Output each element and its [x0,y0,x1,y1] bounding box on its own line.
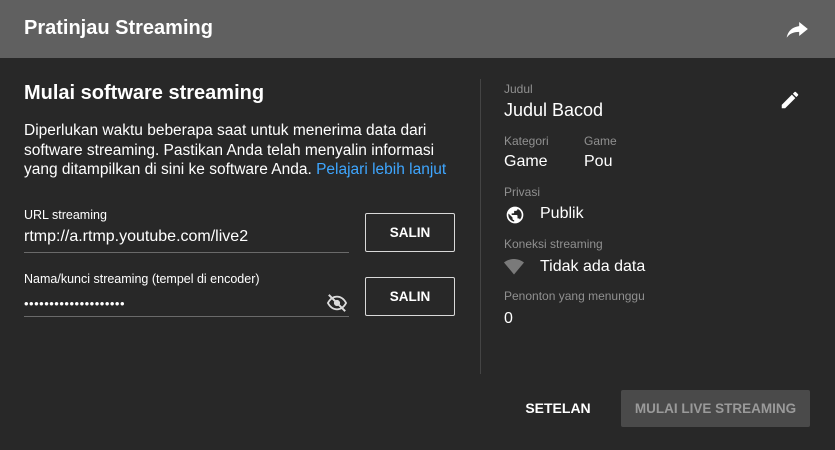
viewers-label: Penonton yang menunggu [504,289,645,303]
category-label: Kategori [504,134,549,148]
signal-icon [504,258,524,275]
privacy-label: Privasi [504,185,541,199]
copy-key-button[interactable]: SALIN [365,277,455,316]
url-field-label: URL streaming [24,208,107,222]
column-divider [480,79,481,374]
share-arrow-icon[interactable] [784,16,810,42]
software-description: Diperlukan waktu beberapa saat untuk men… [24,121,464,180]
connection-label: Koneksi streaming [504,237,603,251]
eye-off-icon[interactable] [326,293,348,313]
game-label: Game [584,134,617,148]
dialog-title: Pratinjau Streaming [24,17,213,39]
stream-key-field[interactable]: •••••••••••••••••••• [24,291,349,317]
title-label: Judul [504,82,533,96]
learn-more-link[interactable]: Pelajari lebih lanjut [316,161,446,178]
copy-url-button[interactable]: SALIN [365,213,455,252]
connection-value: Tidak ada data [540,258,646,275]
stream-key-masked: •••••••••••••••••••• [24,296,126,311]
streaming-preview-dialog: Pratinjau Streaming Mulai software strea… [0,0,835,450]
game-value: Pou [584,153,613,170]
software-section-title: Mulai software streaming [24,82,265,104]
category-value: Game [504,153,548,170]
stream-title: Judul Bacod [504,100,604,120]
dialog-header: Pratinjau Streaming [0,0,835,58]
edit-pencil-icon[interactable] [779,89,801,111]
url-field[interactable]: rtmp://a.rtmp.youtube.com/live2 [24,228,349,253]
key-field-label: Nama/kunci streaming (tempel di encoder) [24,272,260,286]
viewers-value: 0 [504,310,513,327]
go-live-button: MULAI LIVE STREAMING [621,390,810,427]
settings-button[interactable]: SETELAN [516,390,600,427]
globe-icon [505,205,525,225]
privacy-value: Publik [540,205,584,222]
